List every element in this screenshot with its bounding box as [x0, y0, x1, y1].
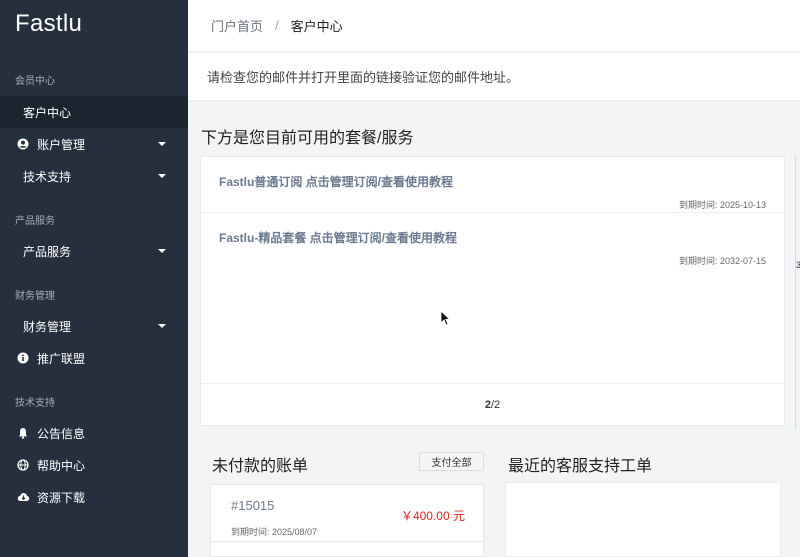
bill-number[interactable]: #15015	[231, 498, 274, 513]
right-panel-edge	[795, 156, 800, 430]
right-panel-partial-text: 3	[796, 260, 800, 270]
sidebar-item-label: 产品服务	[23, 244, 72, 259]
sidebar-item-label: 客户中心	[23, 105, 72, 120]
section-support: 技术支持	[15, 398, 55, 409]
notice-text: 请检查您的邮件并打开里面的链接验证您的邮件地址。	[207, 70, 520, 85]
sidebar-item-label: 财务管理	[23, 319, 72, 334]
email-verify-notice: 请检查您的邮件并打开里面的链接验证您的邮件地址。	[188, 53, 800, 101]
service-name-link[interactable]: Fastlu普通订阅 点击管理订阅/查看使用教程	[219, 173, 453, 190]
service-item[interactable]: Fastlu普通订阅 点击管理订阅/查看使用教程 到期时间: 2025-10-1…	[201, 157, 784, 213]
globe-icon	[16, 458, 30, 472]
sidebar-item-affiliate[interactable]: 推广联盟	[0, 342, 188, 374]
sidebar-item-label: 账户管理	[37, 137, 86, 152]
sidebar-item-downloads[interactable]: 资源下载	[0, 481, 188, 513]
sidebar-item-label: 推广联盟	[37, 351, 86, 366]
services-title: 下方是您目前可用的套餐/服务	[201, 130, 414, 147]
breadcrumb-separator: /	[275, 18, 279, 33]
service-expiry: 到期时间: 2025-10-13	[678, 200, 766, 210]
sidebar-item-account[interactable]: 账户管理	[0, 128, 188, 160]
info-circle-icon	[16, 351, 30, 365]
breadcrumb-current: 客户中心	[290, 19, 343, 34]
chevron-down-icon	[158, 174, 166, 178]
service-expiry: 到期时间: 2032-07-15	[678, 256, 766, 266]
sidebar-item-finance[interactable]: 财务管理	[0, 310, 188, 342]
sidebar-item-label: 公告信息	[37, 426, 86, 441]
breadcrumb-home-link[interactable]: 门户首页	[211, 16, 263, 35]
pagination[interactable]: 2/2	[201, 399, 784, 411]
tickets-panel	[505, 482, 781, 557]
sidebar-item-announcements[interactable]: 公告信息	[0, 417, 188, 449]
divider	[201, 383, 784, 384]
mouse-cursor-icon	[440, 310, 450, 326]
services-panel: Fastlu普通订阅 点击管理订阅/查看使用教程 到期时间: 2025-10-1…	[200, 156, 785, 426]
brand-logo[interactable]: Fastlu	[15, 10, 82, 38]
section-member: 会员中心	[15, 76, 55, 87]
chevron-down-icon	[158, 324, 166, 328]
cloud-download-icon	[16, 490, 30, 504]
breadcrumb: 门户首页 / 客户中心	[188, 0, 800, 52]
sidebar-item-products[interactable]: 产品服务	[0, 235, 188, 267]
sidebar-item-label: 帮助中心	[37, 458, 86, 473]
bill-amount: ￥400.00 元	[400, 509, 465, 523]
sidebar-item-label: 技术支持	[23, 169, 72, 184]
section-products: 产品服务	[15, 216, 55, 227]
service-item[interactable]: Fastlu-精品套餐 点击管理订阅/查看使用教程 到期时间: 2032-07-…	[201, 213, 784, 273]
sidebar-item-help[interactable]: 帮助中心	[0, 449, 188, 481]
bell-icon	[16, 426, 30, 440]
bill-item[interactable]: #15015 到期时间: 2025/08/07 ￥400.00 元	[210, 484, 484, 542]
pay-all-button[interactable]: 支付全部	[419, 452, 484, 471]
sidebar-item-tech-support[interactable]: 技术支持	[0, 160, 188, 192]
user-circle-icon	[16, 137, 30, 151]
section-finance: 财务管理	[15, 291, 55, 302]
sidebar-item-client-center[interactable]: 客户中心	[0, 96, 188, 128]
unpaid-bills-title: 未付款的账单	[212, 458, 309, 475]
pagination-total: /2	[490, 399, 501, 411]
chevron-down-icon	[158, 142, 166, 146]
service-name-link[interactable]: Fastlu-精品套餐 点击管理订阅/查看使用教程	[219, 229, 457, 246]
bill-item[interactable]	[210, 541, 484, 557]
bill-due-date: 到期时间: 2025/08/07	[231, 527, 318, 537]
chevron-down-icon	[158, 249, 166, 253]
sidebar: Fastlu 会员中心 客户中心 账户管理 技术支持 产品服务 产品服务 财务管…	[0, 0, 188, 557]
sidebar-item-label: 资源下载	[37, 490, 86, 505]
recent-tickets-title: 最近的客服支持工单	[508, 458, 653, 475]
